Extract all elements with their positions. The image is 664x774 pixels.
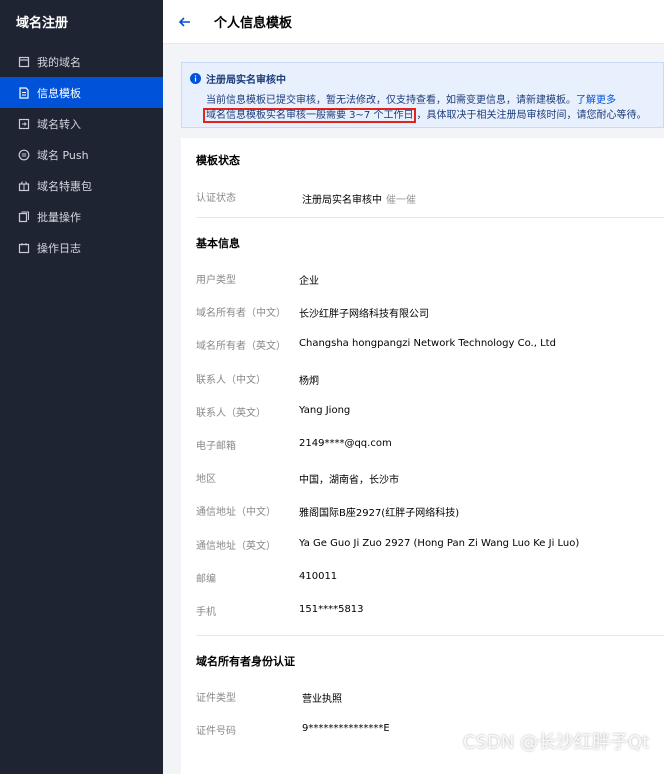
template-detail-card: 模板状态 认证状态 注册局实名审核中 催一催 基本信息 用户类型 企业域名所有者（中… [181, 138, 664, 774]
field-label: 域名所有者（英文） [196, 341, 286, 353]
notice-text: 当前信息模板已提交审核，暂无法修改，仅支持查看，如需变更信息，请新建模板。 [206, 95, 576, 106]
field-label: 通信地址（中文） [196, 507, 276, 519]
section-title-template-status: 模板状态 [196, 154, 240, 167]
field-value: 9***************E [302, 723, 390, 734]
status-text: 注册局实名审核中 [302, 195, 382, 206]
urge-link[interactable]: 催一催 [386, 195, 416, 206]
top-bar: 个人信息模板 [163, 0, 664, 44]
divider [196, 217, 664, 218]
notice-line2: 域名信息模板实名审核一般需要 3~7 个工作日 ，具体取决于相关注册局审核时间，请… [203, 106, 647, 123]
batch-icon [18, 211, 30, 223]
transfer-icon [18, 118, 30, 130]
field-value: 营业执照 [302, 694, 342, 705]
sidebar-item-domain-transfer[interactable]: 域名转入 [0, 108, 163, 139]
field-value: 注册局实名审核中 催一催 [302, 191, 416, 206]
field-value: Ya Ge Guo Ji Zuo 2927 (Hong Pan Zi Wang … [299, 537, 580, 549]
calendar-log-icon [18, 242, 30, 254]
field-value: Yang Jiong [299, 404, 351, 416]
field-label: 电子邮箱 [196, 441, 236, 452]
divider [196, 635, 664, 636]
notice-line1: 当前信息模板已提交审核，暂无法修改，仅支持查看，如需变更信息，请新建模板。了解更… [206, 91, 616, 106]
sidebar-item-label: 域名 Push [37, 148, 89, 162]
field-label: 邮编 [196, 573, 216, 585]
review-notice: 注册局实名审核中 当前信息模板已提交审核，暂无法修改，仅支持查看，如需变更信息，… [181, 62, 664, 128]
review-duration-highlight: 域名信息模板实名审核一般需要 3~7 个工作日 [203, 108, 417, 123]
page-title: 个人信息模板 [214, 16, 293, 31]
main-content: 个人信息模板 注册局实名审核中 当前信息模板已提交审核，暂无法修改，仅支持查看，… [163, 0, 664, 774]
watermark: CSDN @长沙红胖子Qt [463, 732, 650, 753]
template-icon [18, 86, 30, 99]
field-label: 证件类型 [196, 693, 236, 704]
sidebar-item-batch-operations[interactable]: 批量操作 [0, 201, 163, 232]
sidebar-item-domain-package[interactable]: 域名特惠包 [0, 170, 163, 201]
field-value: 2149****@qq.com [299, 438, 392, 449]
sidebar-item-label: 我的域名 [37, 55, 81, 69]
gift-package-icon [18, 180, 30, 192]
field-label: 域名所有者（中文） [196, 308, 286, 320]
field-label: 地区 [196, 474, 216, 486]
sidebar-item-domain-push[interactable]: 域名 Push [0, 139, 163, 170]
field-value: 雅阁国际B座2927(红胖子网络科技) [299, 508, 460, 520]
field-label: 联系人（中文） [196, 374, 266, 386]
field-value: 企业 [299, 276, 319, 287]
field-value: 中国，湖南省，长沙市 [299, 475, 399, 487]
sidebar-item-operation-log[interactable]: 操作日志 [0, 232, 163, 263]
field-value: Changsha hongpangzi Network Technology C… [299, 338, 556, 350]
section-title-basic-info: 基本信息 [196, 237, 240, 250]
sidebar-item-label: 信息模板 [37, 86, 81, 100]
sidebar-item-info-template[interactable]: 信息模板 [0, 77, 163, 108]
field-value: 杨炯 [299, 375, 319, 387]
field-label: 认证状态 [196, 193, 236, 204]
learn-more-link[interactable]: 了解更多 [576, 95, 616, 106]
sidebar-item-label: 域名转入 [37, 117, 81, 131]
field-label: 联系人（英文） [196, 407, 266, 419]
back-arrow-icon[interactable] [177, 14, 193, 30]
field-value: 长沙红胖子网络科技有限公司 [299, 309, 429, 321]
sidebar-title: 域名注册 [16, 16, 69, 31]
domain-list-icon [18, 56, 30, 68]
sidebar-item-my-domains[interactable]: 我的域名 [0, 46, 163, 77]
sidebar-item-label: 操作日志 [37, 241, 81, 255]
sidebar: 域名注册 我的域名 信息模板 域名转入 域名 Push 域名特惠包 批量操作 操… [0, 0, 163, 774]
field-label: 用户类型 [196, 275, 236, 286]
field-value: 410011 [299, 570, 338, 582]
field-label: 证件号码 [196, 726, 236, 737]
sidebar-item-label: 批量操作 [37, 210, 81, 224]
notice-text-rest: ，具体取决于相关注册局审核时间，请您耐心等待。 [416, 110, 647, 121]
push-icon [18, 149, 30, 161]
notice-title: 注册局实名审核中 [206, 75, 286, 86]
info-icon [190, 73, 201, 84]
field-value: 151****5813 [299, 604, 364, 615]
section-title-identity: 域名所有者身份认证 [196, 655, 295, 668]
field-label: 通信地址（英文） [196, 540, 276, 552]
sidebar-item-label: 域名特惠包 [37, 179, 92, 193]
field-label: 手机 [196, 607, 216, 618]
